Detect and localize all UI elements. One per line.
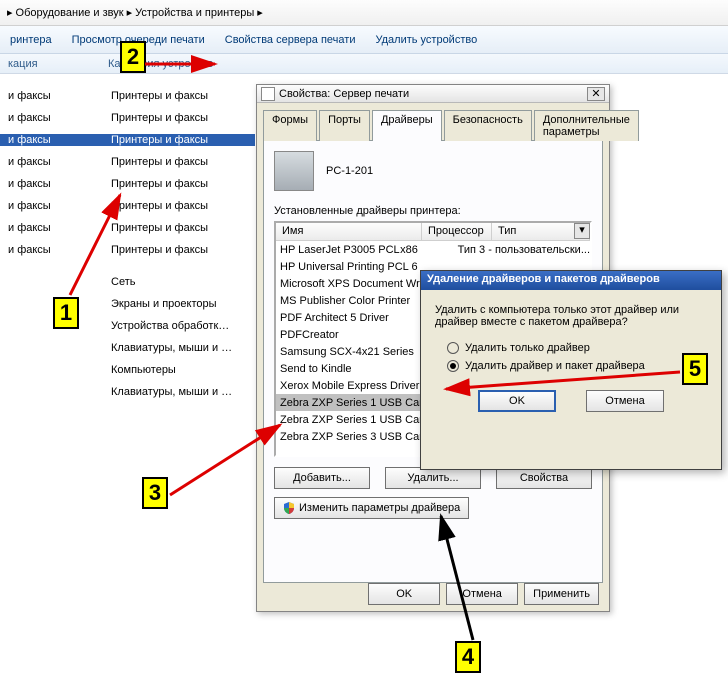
cell: Устройства обработк… xyxy=(105,320,255,332)
printer-icon xyxy=(261,87,275,101)
subdialog-ok-button[interactable]: OK xyxy=(478,390,556,412)
add-driver-button[interactable]: Добавить... xyxy=(274,467,370,489)
change-driver-settings-button[interactable]: Изменить параметры драйвера xyxy=(274,497,469,519)
col-processor[interactable]: Процессор xyxy=(422,223,492,240)
cell: Принтеры и факсы xyxy=(105,178,255,190)
callout-4: 4 xyxy=(455,641,481,673)
tab-дополнительные параметры[interactable]: Дополнительные параметры xyxy=(534,110,639,141)
list-item[interactable]: и факсыПринтеры и факсы xyxy=(0,85,258,107)
cell: и факсы xyxy=(0,200,105,212)
radio-icon[interactable] xyxy=(447,360,459,372)
toolbar-item-server-properties[interactable]: Свойства сервера печати xyxy=(215,34,366,46)
cell: Принтеры и факсы xyxy=(105,134,255,146)
change-driver-settings-label: Изменить параметры драйвера xyxy=(299,502,460,514)
cell: Принтеры и факсы xyxy=(105,200,255,212)
address-bar[interactable]: ▸ Оборудование и звук ▸ Устройства и при… xyxy=(0,0,728,26)
list-item[interactable]: Устройства обработк… xyxy=(0,315,258,337)
cell: и факсы xyxy=(0,156,105,168)
radio-label: Удалить только драйвер xyxy=(465,342,590,354)
dialog-title-text: Свойства: Сервер печати xyxy=(279,88,409,100)
toolbar-item-printer[interactable]: ринтера xyxy=(0,34,62,46)
list-item[interactable]: и факсыПринтеры и факсы xyxy=(0,195,258,217)
cell: Принтеры и факсы xyxy=(105,156,255,168)
list-item[interactable]: и факсыПринтеры и факсы xyxy=(0,239,258,261)
list-item[interactable]: и факсыПринтеры и факсы xyxy=(0,217,258,239)
cell: HP LaserJet P3005 PCL6 xyxy=(280,244,400,256)
list-item[interactable]: Сеть xyxy=(0,271,258,293)
list-item[interactable]: и факсыПринтеры и факсы xyxy=(0,151,258,173)
tab-формы[interactable]: Формы xyxy=(263,110,317,141)
col-device-category[interactable]: Категория устройств xyxy=(100,58,213,70)
radio-icon[interactable] xyxy=(447,342,459,354)
radio-remove-driver-only[interactable]: Удалить только драйвер xyxy=(447,342,707,354)
uac-shield-icon xyxy=(283,502,295,514)
list-item[interactable]: и факсыПринтеры и факсы xyxy=(0,173,258,195)
ok-button[interactable]: OK xyxy=(368,583,440,605)
installed-drivers-label: Установленные драйверы принтера: xyxy=(274,205,592,217)
remove-driver-dialog: Удаление драйверов и пакетов драйверов У… xyxy=(420,270,722,470)
subdialog-question: Удалить с компьютера только этот драйвер… xyxy=(435,304,707,328)
subdialog-cancel-button[interactable]: Отмена xyxy=(586,390,664,412)
subdialog-title[interactable]: Удаление драйверов и пакетов драйверов xyxy=(421,271,721,290)
driver-properties-button[interactable]: Свойства xyxy=(496,467,592,489)
tab-драйверы[interactable]: Драйверы xyxy=(372,110,442,141)
column-headers: кация Категория устройств xyxy=(0,54,728,74)
cell: и факсы xyxy=(0,222,105,234)
callout-1: 1 xyxy=(53,297,79,329)
cell: Тип 3 - пользовательски... xyxy=(458,244,590,256)
cell: Клавиатуры, мыши и … xyxy=(105,386,255,398)
callout-3: 3 xyxy=(142,477,168,509)
tab-безопасность[interactable]: Безопасность xyxy=(444,110,532,141)
toolbar-item-remove-device[interactable]: Удалить устройство xyxy=(365,34,487,46)
breadcrumb-seg[interactable]: Оборудование и звук xyxy=(16,7,124,19)
list-item[interactable]: Клавиатуры, мыши и … xyxy=(0,337,258,359)
col-name[interactable]: Имя xyxy=(276,223,422,240)
cell: Принтеры и факсы xyxy=(105,112,255,124)
close-button[interactable]: ✕ xyxy=(587,87,605,101)
cell: Экраны и проекторы xyxy=(105,298,255,310)
toolbar: ринтера Просмотр очереди печати Свойства… xyxy=(0,26,728,54)
remove-driver-button[interactable]: Удалить... xyxy=(385,467,481,489)
col-classification[interactable]: кация xyxy=(0,58,100,70)
device-list: и факсыПринтеры и факсыи факсыПринтеры и… xyxy=(0,85,258,403)
breadcrumb-seg[interactable]: Устройства и принтеры xyxy=(135,7,254,19)
tab-strip: ФормыПортыДрайверыБезопасностьДополнител… xyxy=(263,109,603,141)
list-item[interactable]: и факсыПринтеры и факсы xyxy=(0,129,258,151)
tab-порты[interactable]: Порты xyxy=(319,110,370,141)
chevron-icon: ▸ xyxy=(7,6,13,19)
cell: и факсы xyxy=(0,112,105,124)
cell: и факсы xyxy=(0,178,105,190)
chevron-icon: ▸ xyxy=(127,6,133,19)
list-item[interactable]: и факсыПринтеры и факсы xyxy=(0,107,258,129)
chevron-icon: ▸ xyxy=(257,6,263,19)
list-item[interactable]: Экраны и проекторы xyxy=(0,293,258,315)
list-item[interactable]: Клавиатуры, мыши и … xyxy=(0,381,258,403)
cell: Компьютеры xyxy=(105,364,255,376)
cell: и факсы xyxy=(0,244,105,256)
apply-button[interactable]: Применить xyxy=(524,583,599,605)
radio-remove-driver-and-package[interactable]: Удалить драйвер и пакет драйвера xyxy=(447,360,707,372)
server-icon xyxy=(274,151,314,191)
cell: Принтеры и факсы xyxy=(105,244,255,256)
scroll-button-icon[interactable]: ▾ xyxy=(574,223,590,239)
cell: Клавиатуры, мыши и … xyxy=(105,342,255,354)
radio-label: Удалить драйвер и пакет драйвера xyxy=(465,360,645,372)
list-item[interactable]: Компьютеры xyxy=(0,359,258,381)
cell: x86 xyxy=(400,244,458,256)
cell: и факсы xyxy=(0,90,105,102)
server-name: PC-1-201 xyxy=(326,165,373,177)
cell: и факсы xyxy=(0,134,105,146)
cancel-button[interactable]: Отмена xyxy=(446,583,518,605)
callout-5: 5 xyxy=(682,353,708,385)
callout-2: 2 xyxy=(120,41,146,73)
driver-row[interactable]: HP LaserJet P3005 PCL6x86Тип 3 - пользов… xyxy=(276,241,590,258)
cell: Принтеры и факсы xyxy=(105,222,255,234)
cell: Принтеры и факсы xyxy=(105,90,255,102)
cell: Сеть xyxy=(105,276,255,288)
dialog-titlebar[interactable]: Свойства: Сервер печати ✕ xyxy=(257,85,609,103)
